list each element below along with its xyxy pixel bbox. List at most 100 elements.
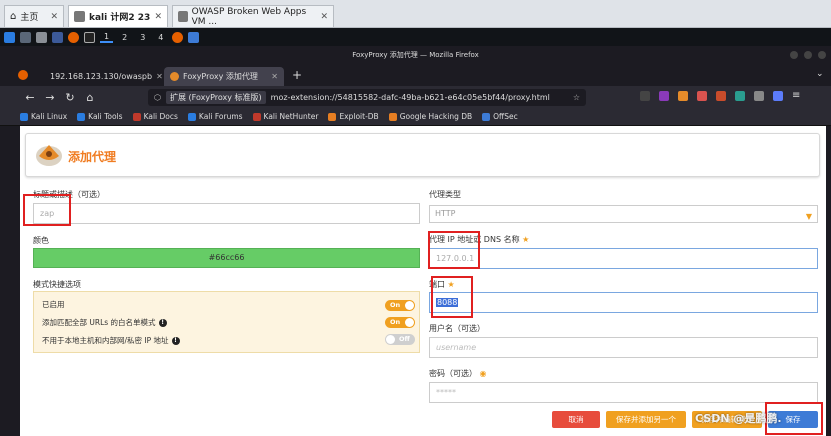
- color-value: #66cc66: [208, 253, 245, 262]
- bookmark-item[interactable]: Kali Linux: [20, 112, 67, 121]
- local-toggle[interactable]: Off: [385, 334, 415, 345]
- firefox-icon[interactable]: [18, 70, 28, 80]
- menu-icon[interactable]: ≡: [792, 91, 802, 101]
- close-icon[interactable]: ✕: [320, 12, 328, 22]
- password-input[interactable]: *****: [429, 382, 818, 403]
- tab-foxyproxy[interactable]: FoxyProxy 添加代理 ✕: [164, 67, 284, 86]
- files-icon[interactable]: [36, 31, 47, 43]
- url-text: moz-extension://54815582-dafc-49ba-b621-…: [270, 93, 550, 102]
- vm-tab-label: kali 计网2 23: [89, 13, 151, 23]
- terminal-icon[interactable]: [84, 31, 95, 43]
- bookmark-item[interactable]: Exploit-DB: [328, 112, 379, 121]
- extension-icon[interactable]: [659, 91, 669, 101]
- page-gutter: [0, 126, 20, 436]
- workspace-4[interactable]: 4: [154, 33, 167, 42]
- forward-button[interactable]: →: [40, 91, 60, 104]
- bookmark-item[interactable]: Kali NetHunter: [252, 112, 318, 121]
- vm-tab-kali[interactable]: kali 计网2 23 ✕: [68, 5, 168, 27]
- close-icon[interactable]: ✕: [156, 72, 163, 81]
- desktop-icon[interactable]: [20, 31, 31, 43]
- home-icon: ⌂: [10, 11, 17, 22]
- password-placeholder: *****: [436, 388, 456, 397]
- extension-icon[interactable]: [716, 91, 726, 101]
- color-picker[interactable]: #66cc66: [33, 248, 420, 268]
- bookmark-label: Kali Linux: [31, 112, 68, 121]
- maximize-icon[interactable]: [804, 51, 812, 59]
- extension-badge: 扩展 (FoxyProxy 标准版): [165, 91, 266, 104]
- vm-icon: [178, 11, 188, 22]
- workspace-1[interactable]: 1: [100, 32, 114, 43]
- toggle-knob: [405, 301, 414, 310]
- bookmark-label: Exploit-DB: [339, 112, 379, 121]
- close-icon[interactable]: [818, 51, 826, 59]
- whitelist-toggle[interactable]: On: [385, 317, 415, 328]
- info-icon[interactable]: !: [158, 318, 167, 327]
- toggle-knob: [386, 335, 395, 344]
- host-input[interactable]: 127.0.0.1: [429, 248, 818, 269]
- required-star-icon: ★: [522, 235, 530, 244]
- bookmark-item[interactable]: Kali Forums: [187, 112, 243, 121]
- mode-row-label: 添加匹配全部 URLs 的白名单模式: [42, 318, 156, 327]
- bookmark-star-icon[interactable]: ☆: [573, 93, 580, 102]
- reload-button[interactable]: ↻: [60, 91, 80, 104]
- proxy-type-select[interactable]: HTTP ▼: [429, 205, 818, 223]
- color-label: 颜色: [33, 236, 49, 245]
- minimize-icon[interactable]: [790, 51, 798, 59]
- window-title: FoxyProxy 添加代理 — Mozilla Firefox: [0, 46, 831, 64]
- terminal-icon[interactable]: [52, 31, 63, 43]
- close-icon[interactable]: ✕: [271, 72, 278, 81]
- back-button[interactable]: ←: [20, 91, 40, 104]
- page-gutter: [826, 126, 831, 436]
- password-label: 密码（可选） ◉: [429, 368, 487, 379]
- kali-icon: [252, 112, 261, 121]
- url-bar[interactable]: ⬡ 扩展 (FoxyProxy 标准版) moz-extension://548…: [148, 89, 586, 106]
- annotation-box: [23, 194, 71, 226]
- foxyproxy-icon[interactable]: [678, 91, 688, 101]
- mode-options: 已启用 On 添加匹配全部 URLs 的白名单模式 ! On 不用于本地主机和内…: [33, 291, 420, 353]
- home-button[interactable]: ⌂: [80, 91, 100, 104]
- cloud-icon[interactable]: [754, 91, 764, 101]
- info-icon[interactable]: !: [171, 336, 180, 345]
- cancel-button[interactable]: 取消: [552, 411, 600, 428]
- bookmark-item[interactable]: Google Hacking DB: [388, 112, 472, 121]
- vm-tab-label: OWASP Broken Web Apps VM ...: [191, 6, 307, 27]
- bookmark-label: Kali Forums: [198, 112, 243, 121]
- proxy-type-label: 代理类型: [429, 190, 461, 199]
- bookmark-item[interactable]: Kali Docs: [132, 112, 178, 121]
- workspace-2[interactable]: 2: [118, 33, 131, 42]
- save-add-another-button[interactable]: 保存并添加另一个: [606, 411, 686, 428]
- bookmark-item[interactable]: Kali Tools: [77, 112, 123, 121]
- vm-tab-owasp[interactable]: OWASP Broken Web Apps VM ... ✕: [172, 5, 334, 27]
- chevron-down-icon[interactable]: ⌄: [816, 69, 824, 79]
- vm-tab-home[interactable]: ⌂ 主页 ✕: [4, 5, 64, 27]
- workspace-3[interactable]: 3: [136, 33, 149, 42]
- close-icon[interactable]: ✕: [154, 12, 162, 22]
- firefox-icon[interactable]: [68, 31, 79, 43]
- close-icon[interactable]: ✕: [50, 12, 58, 22]
- browser-tab-bar: 192.168.123.130/owaspb ✕ FoxyProxy 添加代理 …: [0, 64, 831, 86]
- toggle-label: On: [390, 301, 401, 309]
- mode-row-label: 不用于本地主机和内部网/私密 IP 地址: [42, 336, 169, 345]
- extension-icon[interactable]: [773, 91, 783, 101]
- enabled-toggle[interactable]: On: [385, 300, 415, 311]
- port-input[interactable]: 8088: [429, 292, 818, 313]
- extension-icon[interactable]: [697, 91, 707, 101]
- bookmark-label: Kali Tools: [88, 112, 123, 121]
- bookmark-label: Kali Docs: [143, 112, 178, 121]
- tab-label: FoxyProxy 添加代理: [183, 72, 258, 81]
- burp-icon[interactable]: [188, 31, 200, 43]
- bookmark-item[interactable]: OffSec: [482, 112, 518, 121]
- pocket-icon[interactable]: [640, 91, 650, 101]
- kali-menu-icon[interactable]: [4, 31, 15, 43]
- firefox-icon[interactable]: [172, 31, 184, 43]
- vm-tab-bar: ⌂ 主页 ✕ kali 计网2 23 ✕ OWASP Broken Web Ap…: [0, 0, 831, 28]
- new-tab-button[interactable]: +: [292, 68, 302, 82]
- eye-icon[interactable]: ◉: [480, 369, 487, 378]
- username-placeholder: username: [436, 343, 477, 352]
- username-input[interactable]: username: [429, 337, 818, 358]
- title-input[interactable]: zap: [33, 203, 420, 224]
- tab-owasp[interactable]: 192.168.123.130/owaspb ✕: [40, 67, 163, 86]
- extension-icon[interactable]: [735, 91, 745, 101]
- exploit-db-icon: [328, 112, 337, 121]
- watermark: CSDN @是鹏鹏.: [695, 412, 782, 425]
